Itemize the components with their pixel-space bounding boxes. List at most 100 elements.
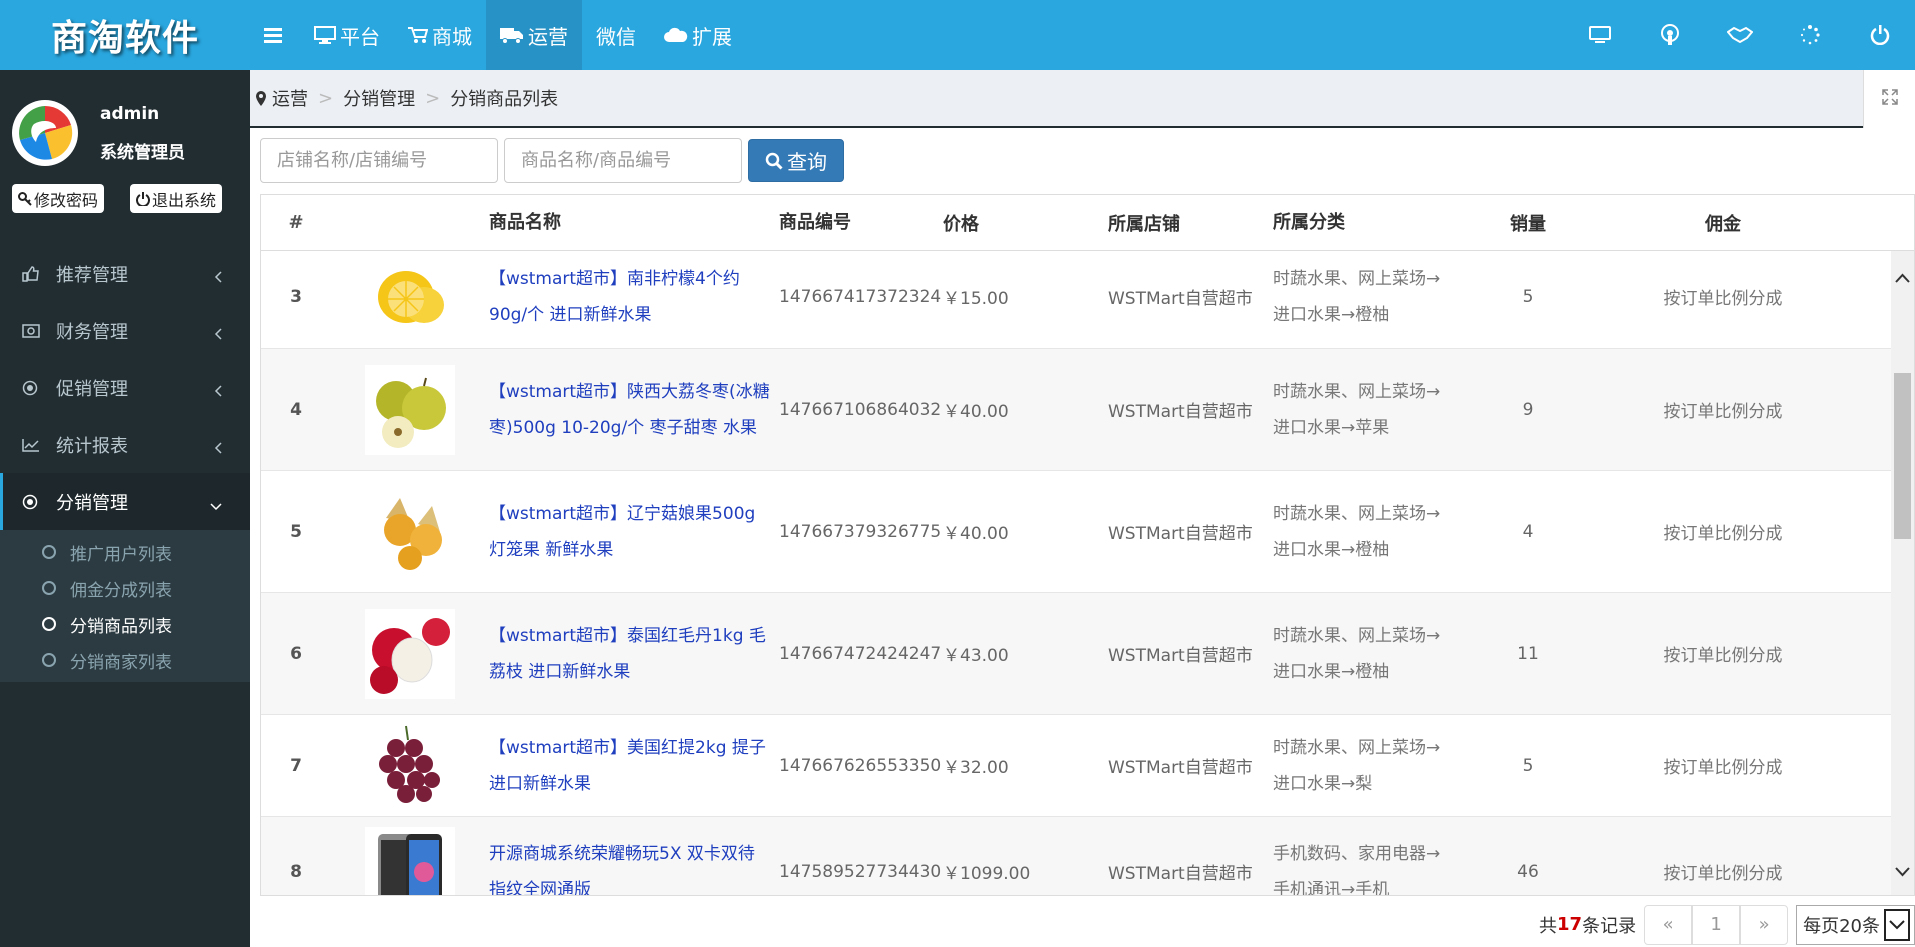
vertical-scrollbar[interactable] <box>1891 251 1914 895</box>
product-name-link[interactable]: 【wstmart超市】泰国红毛丹1kg 毛荔枝 进口新鲜水果 <box>489 618 779 690</box>
submenu-item-label: 分销商家列表 <box>70 652 172 673</box>
chevron-left-icon <box>214 381 222 402</box>
nav-operation[interactable]: 运营 <box>486 0 582 70</box>
table-row: 4 【wstmart超市】陕西大荔冬枣(冰糖枣)500g 10-20g/个 枣子… <box>261 349 1893 471</box>
change-password-button[interactable]: 修改密码 <box>12 184 105 213</box>
product-thumbnail[interactable] <box>331 486 489 577</box>
circle-icon <box>42 617 56 631</box>
prev-page-button[interactable]: « <box>1644 904 1693 945</box>
main-content: 运营 > 分销管理 > 分销商品列表 查询 # 商品名称 商品编号 价格 所属店… <box>250 70 1915 947</box>
scroll-up-icon[interactable] <box>1895 273 1910 283</box>
product-name-link[interactable]: 【wstmart超市】陕西大荔冬枣(冰糖枣)500g 10-20g/个 枣子甜枣… <box>489 374 779 446</box>
menu-item-reports[interactable]: 统计报表 <box>0 416 250 473</box>
product-thumbnail[interactable] <box>331 251 489 342</box>
podcast-icon[interactable] <box>1635 0 1705 70</box>
logo: 商淘软件 <box>50 18 199 59</box>
circle-icon <box>42 545 56 559</box>
product-shop: WSTMart自营超市 <box>1108 289 1253 309</box>
map-marker-icon <box>256 90 266 106</box>
product-commission: 按订单比例分成 <box>1663 864 1783 884</box>
nav-extend[interactable]: 扩展 <box>650 0 746 70</box>
table-header: # 商品名称 商品编号 价格 所属店铺 所属分类 销量 佣金 <box>261 195 1914 251</box>
nav-extend-label: 扩展 <box>692 24 732 49</box>
menu-item-label: 财务管理 <box>56 321 128 343</box>
line-chart-icon <box>22 438 42 452</box>
physalis-image <box>365 486 455 577</box>
page-size-select[interactable]: 每页20条 <box>1796 904 1915 945</box>
handshake-icon[interactable] <box>1705 0 1775 70</box>
next-page-button[interactable]: » <box>1740 904 1789 945</box>
goods-table: # 商品名称 商品编号 价格 所属店铺 所属分类 销量 佣金 3 【wstmar… <box>260 194 1915 896</box>
product-thumbnail[interactable] <box>331 826 489 895</box>
search-icon <box>765 152 783 170</box>
product-category: 时蔬水果、网上菜场→进口水果→橙柚 <box>1273 503 1441 560</box>
nav-operation-label: 运营 <box>528 24 568 49</box>
breadcrumb-item[interactable]: 分销管理 <box>343 85 415 111</box>
row-index: 6 <box>290 643 302 664</box>
product-name-link[interactable]: 【wstmart超市】美国红提2kg 提子 进口新鲜水果 <box>489 730 779 802</box>
product-sales: 46 <box>1517 861 1539 882</box>
nav-wechat[interactable]: 微信 <box>582 0 650 70</box>
sidebar: admin 系统管理员 修改密码 退出系统 推荐管理 财务管理 促销管理 统计报… <box>0 70 250 947</box>
submenu-item-goods[interactable]: 分销商品列表 <box>0 606 250 642</box>
menu-item-label: 统计报表 <box>56 435 128 457</box>
goods-search-input[interactable] <box>504 138 742 183</box>
fullscreen-button[interactable] <box>1863 70 1915 128</box>
submenu-item-label: 分销商品列表 <box>70 616 172 637</box>
product-name-link[interactable]: 开源商城系统荣耀畅玩5X 双卡双待 指纹全网通版 <box>489 836 779 896</box>
query-button[interactable]: 查询 <box>748 139 844 182</box>
submenu-item-merchants[interactable]: 分销商家列表 <box>0 642 250 678</box>
chevron-down-icon <box>210 495 222 516</box>
product-commission: 按订单比例分成 <box>1663 289 1783 309</box>
spinner-icon[interactable] <box>1775 0 1845 70</box>
menu-item-label: 促销管理 <box>56 378 128 400</box>
product-price: ￥32.00 <box>943 758 1009 778</box>
page-size-label: 每页20条 <box>1803 915 1880 937</box>
col-header-index: # <box>288 212 304 233</box>
product-name-link[interactable]: 【wstmart超市】南非柠檬4个约90g/个 进口新鲜水果 <box>489 261 779 333</box>
product-shop: WSTMart自营超市 <box>1108 524 1253 544</box>
product-thumbnail[interactable] <box>331 608 489 699</box>
desktop-icon[interactable] <box>1565 0 1635 70</box>
submenu-item-promo-users[interactable]: 推广用户列表 <box>0 534 250 570</box>
truck-icon <box>500 26 524 44</box>
product-commission: 按订单比例分成 <box>1663 402 1783 422</box>
menu-toggle-button[interactable] <box>250 0 300 70</box>
product-sn: 147667417372324 <box>779 286 942 307</box>
nav-mall[interactable]: 商城 <box>394 0 486 70</box>
product-name-link[interactable]: 【wstmart超市】辽宁菇娘果500g 灯笼果 新鲜水果 <box>489 496 779 568</box>
menu-item-recommend[interactable]: 推荐管理 <box>0 245 250 302</box>
submenu-item-label: 佣金分成列表 <box>70 580 172 601</box>
product-price: ￥1099.00 <box>943 864 1031 884</box>
menu-item-distribution[interactable]: 分销管理 <box>0 473 250 530</box>
scroll-down-icon[interactable] <box>1895 867 1910 877</box>
product-thumbnail[interactable] <box>331 720 489 811</box>
product-price: ￥15.00 <box>943 289 1009 309</box>
change-password-label: 修改密码 <box>34 190 99 210</box>
breadcrumb-item[interactable]: 运营 <box>272 85 308 111</box>
product-shop: WSTMart自营超市 <box>1108 864 1253 884</box>
page-1-button[interactable]: 1 <box>1692 904 1741 945</box>
product-sales: 5 <box>1522 755 1534 776</box>
logout-button[interactable]: 退出系统 <box>130 184 223 213</box>
user-panel: admin 系统管理员 修改密码 退出系统 <box>0 70 250 250</box>
submenu-item-commission[interactable]: 佣金分成列表 <box>0 570 250 606</box>
menu-item-promotion[interactable]: 促销管理 <box>0 359 250 416</box>
product-sn: 147667379326775 <box>779 521 942 542</box>
menu-item-label: 推荐管理 <box>56 264 128 286</box>
shop-search-input[interactable] <box>260 138 498 183</box>
product-sales: 11 <box>1517 643 1539 664</box>
product-shop: WSTMart自营超市 <box>1108 402 1253 422</box>
power-icon[interactable] <box>1845 0 1915 70</box>
nav-platform[interactable]: 平台 <box>300 0 394 70</box>
row-index: 7 <box>290 755 302 776</box>
product-price: ￥43.00 <box>943 646 1009 666</box>
product-thumbnail[interactable] <box>331 364 489 455</box>
nav-wechat-label: 微信 <box>596 24 636 49</box>
scrollbar-thumb[interactable] <box>1894 373 1911 539</box>
chevron-left-icon <box>214 267 222 288</box>
breadcrumb-separator: > <box>425 87 441 109</box>
nav-mall-label: 商城 <box>432 24 472 49</box>
menu-item-finance[interactable]: 财务管理 <box>0 302 250 359</box>
product-sales: 9 <box>1522 399 1534 420</box>
